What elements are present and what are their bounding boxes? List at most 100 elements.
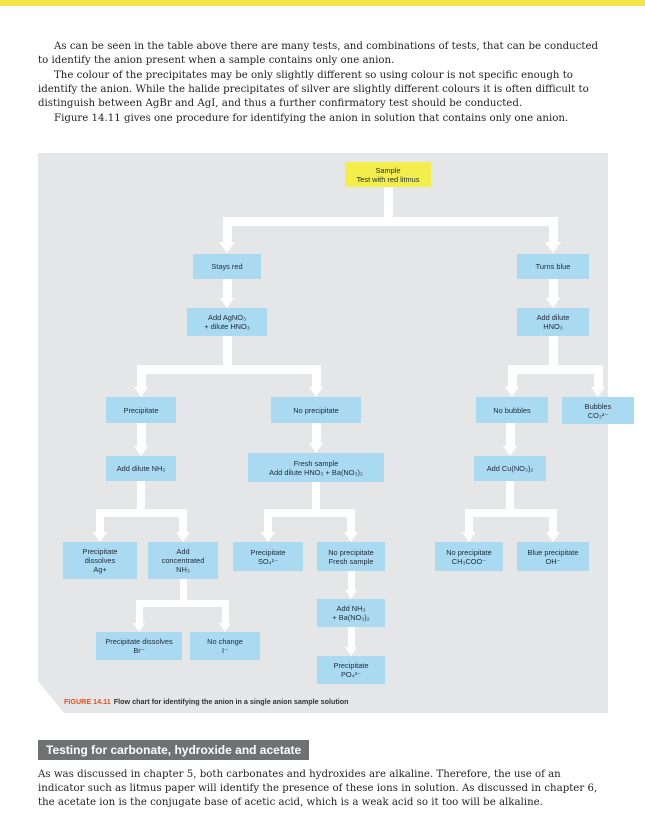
- connector-arrowhead: [505, 387, 519, 397]
- node-text-line: Add dilute HNO₃ + Ba(NO₃)₂: [269, 467, 363, 477]
- node-no-precipitate-fresh-sample: No precipitate Fresh sample: [317, 542, 385, 571]
- node-text-line: No precipitate: [328, 547, 374, 557]
- node-add-dilute-nh3: Add dilute NH₃: [106, 456, 176, 481]
- connector-line: [593, 365, 603, 388]
- node-text-line: Precipitate: [82, 547, 118, 556]
- node-text-line: CO₃²⁻: [587, 410, 609, 420]
- node-text-line: Test with red litmus: [356, 174, 420, 184]
- node-text-line: CH₃COO⁻: [451, 556, 487, 566]
- node-text-line: Fresh sample: [293, 458, 339, 468]
- connector-arrowhead: [344, 532, 358, 542]
- node-text-line: Ag+: [93, 565, 107, 574]
- node-add-cuno3: Add Cu(NO₃)₂: [474, 456, 546, 481]
- connector-line: [139, 599, 225, 607]
- connector-arrowhead: [462, 532, 476, 542]
- connector-line: [179, 509, 187, 533]
- connector-arrowhead: [219, 242, 235, 253]
- node-text-line: SO₄²⁻: [257, 556, 279, 566]
- connector-arrowhead: [545, 242, 561, 253]
- node-precipitate-po4: Precipitate PO₄³⁻: [317, 656, 385, 684]
- node-precipitate: Precipitate: [106, 397, 176, 423]
- connector-line: [136, 365, 146, 388]
- intro-paragraph-2: The colour of the precipitates may be on…: [38, 70, 589, 110]
- top-rule: [0, 0, 645, 6]
- node-text-line: Add dilute: [536, 313, 570, 322]
- node-text-line: No precipitate: [446, 547, 492, 557]
- connector-line: [507, 365, 517, 388]
- connector-line: [222, 279, 232, 299]
- figure-caption: FIGURE 14.11 Flow chart for identifying t…: [64, 697, 349, 706]
- node-fresh-sample: Fresh sample Add dilute HNO₃ + Ba(NO₃)₂: [248, 453, 384, 482]
- node-text-line: Br⁻: [133, 646, 145, 655]
- connector-line: [465, 509, 473, 533]
- connector-arrowhead: [261, 532, 275, 542]
- intro-paragraph-1: As can be seen in the table above there …: [38, 41, 599, 67]
- node-precipitate-dissolves-br: Precipitate dissolves Br⁻: [96, 632, 182, 660]
- connector-arrowhead: [546, 532, 560, 542]
- node-no-change-i: No change I⁻: [190, 632, 260, 660]
- node-text-line: Precipitate: [333, 661, 369, 670]
- connector-arrowhead: [176, 532, 190, 542]
- connector-line: [549, 509, 557, 533]
- connector-arrowhead: [503, 446, 517, 456]
- connector-arrowhead: [309, 443, 323, 453]
- node-text-line: concentrated: [161, 556, 205, 565]
- node-text-line: Precipitate: [250, 547, 286, 557]
- connector-arrowhead: [309, 387, 323, 397]
- figure-caption-text: Flow chart for identifying the anion in …: [113, 697, 349, 706]
- node-turns-blue: Turns blue: [517, 254, 589, 279]
- connector-line: [512, 364, 598, 374]
- connector-arrowhead: [345, 590, 357, 599]
- figure-caption-label: FIGURE 14.11: [64, 697, 111, 706]
- node-text-line: HNO₃: [543, 322, 563, 331]
- node-text-line: Precipitate dissolves: [105, 637, 173, 646]
- node-text-line: Blue precipitate: [527, 547, 579, 557]
- node-text-line: Turns blue: [535, 262, 571, 271]
- node-no-precipitate: No precipitate: [271, 397, 361, 423]
- node-text-line: Sample: [375, 165, 401, 175]
- connector-line: [311, 365, 321, 388]
- connector-line: [311, 423, 321, 444]
- node-text-line: Add: [176, 547, 190, 556]
- connector-arrowhead: [219, 623, 231, 632]
- connector-line: [469, 509, 553, 517]
- connector-line: [347, 627, 355, 648]
- connector-arrowhead: [220, 298, 234, 308]
- node-text-line: Add NH₃: [336, 604, 366, 613]
- connector-line: [135, 600, 143, 624]
- node-text-line: PO₄³⁻: [340, 670, 362, 679]
- connector-line: [227, 216, 553, 226]
- node-bubbles: Bubbles CO₃²⁻: [562, 397, 634, 424]
- node-sample: Sample Test with red litmus: [345, 162, 431, 187]
- node-text-line: Add Cu(NO₃)₂: [486, 464, 534, 473]
- node-stays-red: Stays red: [193, 254, 261, 279]
- node-precipitate-dissolves-ag: Precipitate dissolves Ag+: [63, 542, 137, 579]
- connector-line: [96, 509, 104, 533]
- node-text-line: Add dilute NH₃: [116, 464, 166, 473]
- node-text-line: NH₃: [176, 565, 190, 574]
- section-heading: Testing for carbonate, hydroxide and ace…: [38, 740, 310, 760]
- node-text-line: Fresh sample: [328, 556, 374, 566]
- node-no-precipitate-acetate: No precipitate CH₃COO⁻: [435, 542, 503, 571]
- connector-line: [548, 217, 558, 243]
- node-add-concentrated-nh3: Add concentrated NH₃: [148, 542, 218, 579]
- connector-line: [548, 279, 558, 299]
- connector-line: [100, 509, 183, 517]
- node-blue-precipitate: Blue precipitate OH⁻: [517, 542, 589, 571]
- connector-arrowhead: [546, 298, 560, 308]
- node-text-line: I⁻: [222, 646, 228, 655]
- node-precipitate-so4: Precipitate SO₄²⁻: [233, 542, 303, 571]
- connector-arrowhead: [133, 623, 145, 632]
- connector-arrowhead: [591, 387, 605, 397]
- connector-line: [505, 423, 515, 446]
- connector-line: [347, 509, 355, 533]
- connector-arrowhead: [134, 446, 148, 456]
- node-text-line: Precipitate: [123, 405, 159, 415]
- node-text-line: + dilute HNO₃: [204, 322, 250, 331]
- connector-line: [264, 509, 272, 533]
- connector-line: [222, 217, 232, 243]
- section-body: As was discussed in chapter 5, both carb…: [38, 769, 598, 809]
- node-text-line: Add AgNO₃: [208, 313, 246, 322]
- node-no-bubbles: No bubbles: [476, 397, 548, 423]
- caption-corner-tab: [38, 681, 64, 713]
